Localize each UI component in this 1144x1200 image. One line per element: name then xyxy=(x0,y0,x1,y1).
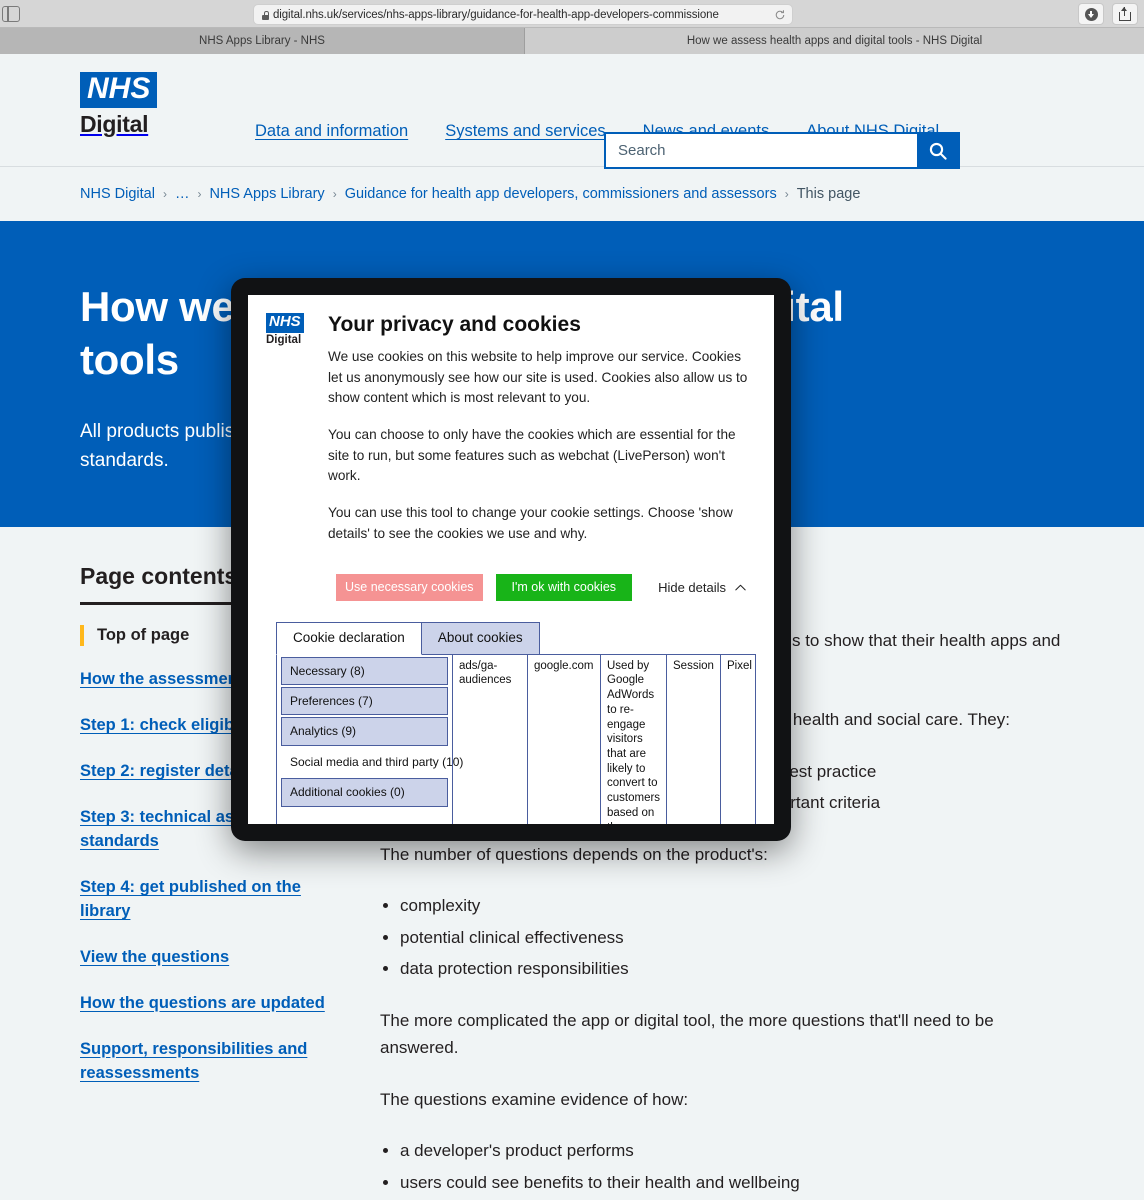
list-factors: complexity potential clinical effectiven… xyxy=(400,892,1064,983)
list-item: a developer's product performs xyxy=(400,1137,1064,1165)
address-bar[interactable]: digital.nhs.uk/services/nhs-apps-library… xyxy=(253,4,793,25)
nhs-logo-word: Digital xyxy=(80,111,149,137)
cookie-consent-dialog: NHS Digital Your privacy and cookies We … xyxy=(248,295,774,824)
list-item: users could see benefits to their health… xyxy=(400,1169,1064,1197)
url-text: digital.nhs.uk/services/nhs-apps-library… xyxy=(273,8,719,21)
nhs-digital-logo[interactable]: NHS Digital xyxy=(80,72,158,138)
toc-link[interactable]: How the questions are updated xyxy=(80,994,325,1012)
cookie-cell-type: Pixel xyxy=(727,659,752,672)
cookie-category-additional[interactable]: Additional cookies (0) xyxy=(281,778,448,807)
toggle-details-button[interactable]: Hide details xyxy=(658,580,756,595)
cookie-cell-provider: google.com xyxy=(528,654,601,824)
search-button[interactable] xyxy=(917,134,958,167)
cookie-cell-expiry: Session xyxy=(667,654,721,824)
breadcrumb-item-nhs-apps-library[interactable]: NHS Apps Library xyxy=(209,186,324,202)
breadcrumb-current: This page xyxy=(796,186,861,202)
toggle-details-label: Hide details xyxy=(658,579,726,595)
browser-tab-title: How we assess health apps and digital to… xyxy=(686,35,983,47)
nav-item-data-and-information[interactable]: Data and information xyxy=(255,122,408,141)
toolbar-right-buttons xyxy=(1078,3,1138,25)
cookie-declaration-panel: Necessary (8) Preferences (7) Analytics … xyxy=(276,653,756,824)
paragraph-4: The more complicated the app or digital … xyxy=(380,1010,994,1058)
downloads-button[interactable] xyxy=(1078,3,1104,25)
browser-tabstrip: NHS Apps Library - NHS How we assess hea… xyxy=(0,28,1144,54)
cookie-paragraph-2: You can choose to only have the cookies … xyxy=(328,426,736,484)
cookie-details-table: ads/ga-audiences google.com Used by Goog… xyxy=(452,654,755,824)
paragraph-3: The number of questions depends on the p… xyxy=(380,844,768,864)
breadcrumb-item-nhs-digital[interactable]: NHS Digital xyxy=(80,186,155,202)
cookie-dialog-body: Your privacy and cookies We use cookies … xyxy=(328,313,756,560)
cookie-dialog-tabs: Cookie declaration About cookies xyxy=(276,621,756,655)
toc-item-view-the-questions: View the questions xyxy=(80,946,350,970)
breadcrumb-item-ellipsis[interactable]: … xyxy=(175,186,190,202)
nhs-logo-word: Digital xyxy=(266,333,302,346)
paragraph-5: The questions examine evidence of how: xyxy=(380,1089,689,1109)
cookie-category-preferences[interactable]: Preferences (7) xyxy=(281,687,448,716)
list-evidence: a developer's product performs users cou… xyxy=(400,1137,1064,1196)
nhs-logo-badge: NHS xyxy=(266,313,304,333)
tab-about-cookies[interactable]: About cookies xyxy=(421,621,540,655)
nav-item-systems-and-services[interactable]: Systems and services xyxy=(445,122,605,141)
chevron-up-icon xyxy=(735,584,746,591)
search-input[interactable] xyxy=(606,134,917,167)
toc-link[interactable]: Support, responsibilities and reassessme… xyxy=(80,1040,307,1082)
page-root: NHS Digital Data and information Systems… xyxy=(0,54,1144,1200)
breadcrumb: NHS Digital › … › NHS Apps Library › Gui… xyxy=(0,167,1144,221)
site-search xyxy=(604,132,960,169)
browser-tab-nhs-apps-library[interactable]: NHS Apps Library - NHS xyxy=(0,28,525,54)
breadcrumb-separator: › xyxy=(332,187,337,201)
list-item: complexity xyxy=(400,892,1064,920)
accept-cookies-button[interactable]: I'm ok with cookies xyxy=(495,574,633,601)
site-header: NHS Digital Data and information Systems… xyxy=(0,54,1144,169)
toc-item-support-responsibilities: Support, responsibilities and reassessme… xyxy=(80,1038,350,1086)
sidebar-toggle-icon[interactable] xyxy=(2,5,20,22)
cookie-consent-dialog-frame: NHS Digital Your privacy and cookies We … xyxy=(231,278,791,841)
toc-link[interactable]: Step 4: get published on the library xyxy=(80,878,301,920)
nhs-logo-badge: NHS xyxy=(80,72,158,108)
list-item: data protection responsibilities xyxy=(400,955,1064,983)
cookie-category-list: Necessary (8) Preferences (7) Analytics … xyxy=(277,655,463,824)
breadcrumb-separator: › xyxy=(197,187,202,201)
lock-icon xyxy=(262,10,270,20)
cookie-category-social-media-third-party[interactable]: Social media and third party (10) xyxy=(281,747,463,777)
cookie-dialog-actions: Use necessary cookies I'm ok with cookie… xyxy=(336,574,756,601)
cookie-category-necessary[interactable]: Necessary (8) xyxy=(281,656,448,686)
browser-tab-title: NHS Apps Library - NHS xyxy=(199,35,325,47)
breadcrumb-item-guidance[interactable]: Guidance for health app developers, comm… xyxy=(345,186,777,202)
search-icon xyxy=(929,142,947,160)
cookie-dialog-title: Your privacy and cookies xyxy=(328,313,581,336)
share-icon xyxy=(1119,7,1131,21)
toc-item-step-4: Step 4: get published on the library xyxy=(80,876,350,924)
toc-link[interactable]: View the questions xyxy=(80,948,229,966)
use-necessary-cookies-button[interactable]: Use necessary cookies xyxy=(336,574,483,601)
tab-cookie-declaration[interactable]: Cookie declaration xyxy=(276,621,422,655)
breadcrumb-separator: › xyxy=(162,187,167,201)
browser-tab-how-we-assess[interactable]: How we assess health apps and digital to… xyxy=(525,28,1144,54)
cookie-paragraph-1: We use cookies on this website to help i… xyxy=(328,349,748,406)
list-item: potential clinical effectiveness xyxy=(400,924,1064,952)
browser-toolbar: digital.nhs.uk/services/nhs-apps-library… xyxy=(0,0,1144,28)
cookie-paragraph-3: You can use this tool to change your coo… xyxy=(328,504,733,541)
cookie-cell-purpose: Used by Google AdWords to re-engage visi… xyxy=(601,654,667,824)
toc-item-how-questions-updated: How the questions are updated xyxy=(80,992,350,1016)
download-icon xyxy=(1084,7,1098,21)
browser-chrome: digital.nhs.uk/services/nhs-apps-library… xyxy=(0,0,1144,54)
cookie-category-analytics[interactable]: Analytics (9) xyxy=(281,717,448,746)
cookie-dialog-logo: NHS Digital xyxy=(266,313,314,560)
reload-icon[interactable] xyxy=(774,9,786,21)
breadcrumb-separator: › xyxy=(784,187,789,201)
share-button[interactable] xyxy=(1112,3,1138,25)
cookie-cell-name: ads/ga-audiences xyxy=(453,654,528,824)
cookie-dialog-header: NHS Digital Your privacy and cookies We … xyxy=(266,313,756,560)
